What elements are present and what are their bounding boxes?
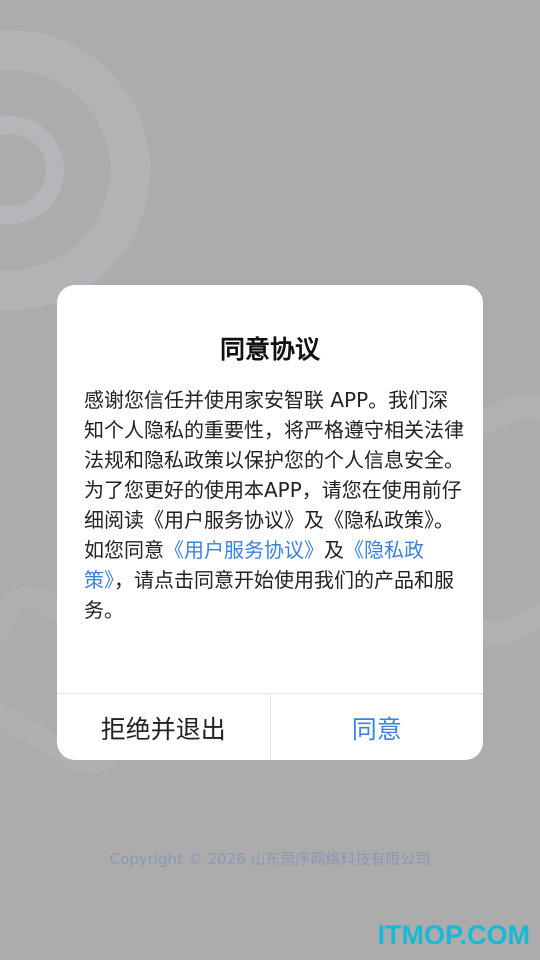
dialog-button-row: 拒绝并退出 同意: [57, 693, 483, 760]
dialog-body: 感谢您信任并使用家安智联 APP。我们深知个人隐私的重要性，将严格遵守相关法律法…: [84, 385, 464, 625]
consent-and: 及: [324, 538, 344, 562]
consent-prefix: 如您同意: [84, 538, 164, 562]
watermark-logo: ITMOP.COM: [377, 920, 530, 950]
agreement-dialog: 同意协议 感谢您信任并使用家安智联 APP。我们深知个人隐私的重要性，将严格遵守…: [57, 285, 483, 760]
dialog-title: 同意协议: [219, 335, 320, 364]
dialog-paragraph-consent: 如您同意《用户服务协议》及《隐私政策》，请点击同意开始使用我们的产品和服务。: [84, 535, 464, 625]
reject-exit-button[interactable]: 拒绝并退出: [57, 694, 271, 760]
copyright-text: Copyright © 2026 山东思序网络科技有限公司: [109, 850, 431, 868]
service-agreement-link[interactable]: 《用户服务协议》: [164, 538, 324, 562]
consent-suffix: ，请点击同意开始使用我们的产品和服务。: [84, 568, 454, 622]
agree-button[interactable]: 同意: [271, 694, 484, 760]
dialog-paragraph-intro: 感谢您信任并使用家安智联 APP。我们深知个人隐私的重要性，将严格遵守相关法律法…: [84, 388, 464, 532]
